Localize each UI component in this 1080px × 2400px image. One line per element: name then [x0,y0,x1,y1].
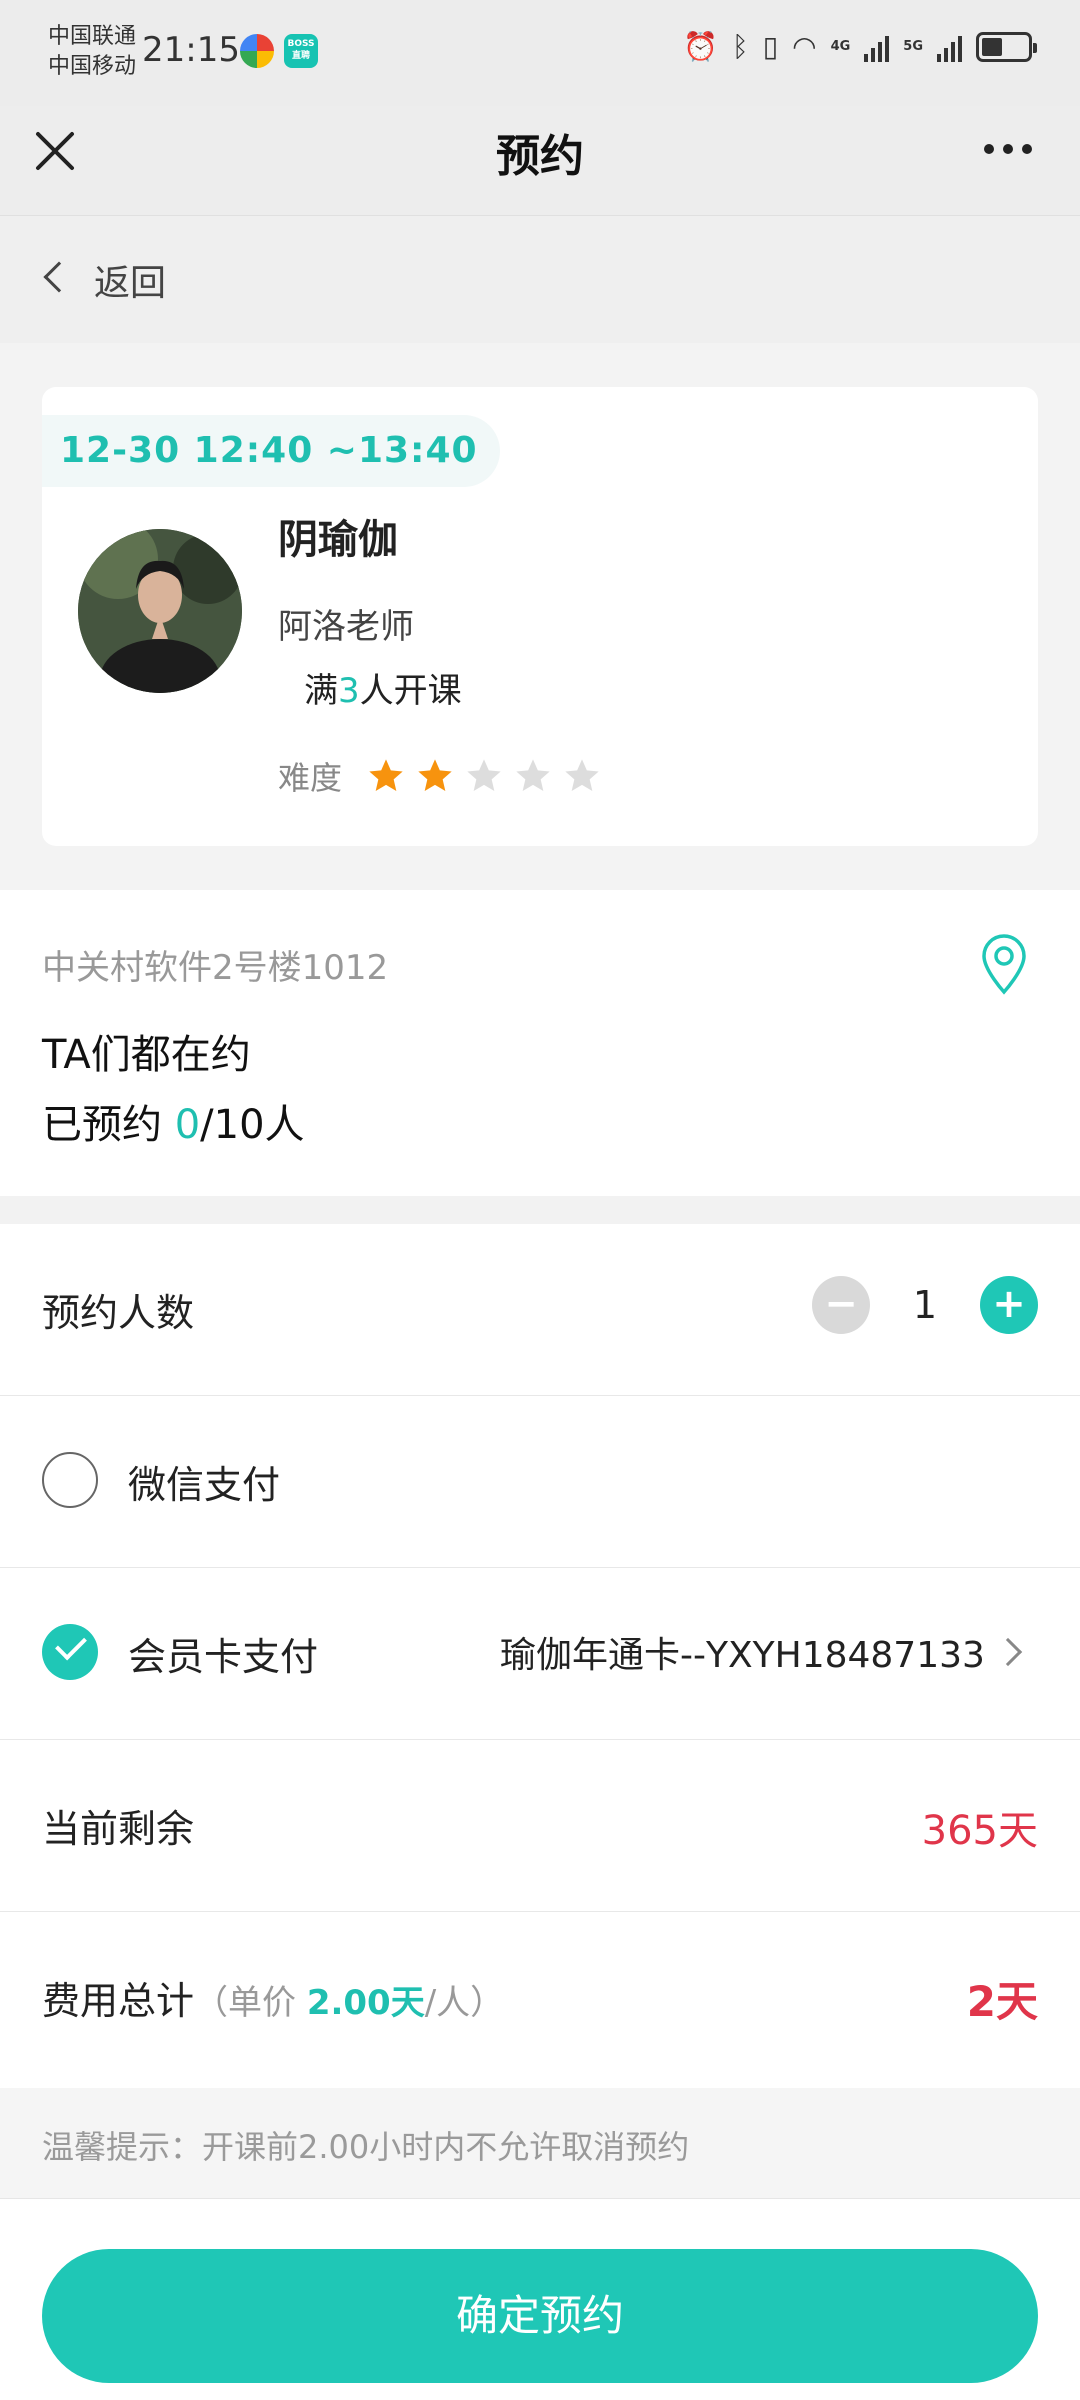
status-bar: 中国联通 中国移动 21:15 BOSS直聘 ⏰ ᛒ ▯ ◠ 4G 5G [0,0,1080,106]
booked-number: 0 [174,1102,201,1148]
back-button[interactable]: 返回 [0,216,1080,343]
back-label: 返回 [94,263,167,304]
total-value: 2天 [966,1977,1038,2026]
wechat-pay-option[interactable]: 微信支付 [0,1396,1080,1568]
total-label-group: 费用总计（单价 2.00天/人） [42,1970,504,2025]
difficulty-rating: 难度 [278,753,611,799]
decrease-button[interactable]: − [812,1276,870,1334]
section-divider [0,1196,1080,1224]
member-card-radio[interactable] [42,1624,98,1680]
booking-count-row: 预约人数 − 1 + [0,1224,1080,1396]
quantity-stepper: − 1 + [812,1276,1038,1334]
course-time-badge: 12-30 12:40 ~13:40 [42,415,500,487]
chevron-left-icon [43,261,75,293]
booking-count-label: 预约人数 [42,1291,195,1335]
star-filled-icon [369,759,403,791]
unit-price-suffix: /人） [424,1983,505,2023]
remaining-label: 当前剩余 [42,1807,195,1851]
star-empty-icon [516,759,550,791]
confirm-booking-button[interactable]: 确定预约 [42,2249,1038,2383]
network-type-1: 4G [830,39,851,54]
member-card-label: 会员卡支付 [128,1635,319,1679]
status-time: 21:15 [142,30,240,70]
carrier-1: 中国联通 [48,24,137,49]
teacher-name: 阿洛老师 [278,607,414,647]
carrier-2: 中国移动 [48,54,137,79]
remaining-value: 365天 [921,1808,1038,1854]
remaining-balance-row: 当前剩余 365天 [0,1740,1080,1912]
venue-address: 中关村软件2号楼1012 [42,948,389,988]
course-section: 12-30 12:40 ~13:40 阴瑜伽 阿洛老师 满3人开课 难度 [0,343,1080,890]
page-title: 预约 [496,131,584,182]
wifi-icon: ◠ [792,30,817,63]
booked-count: 已预约 0/10人 [42,1092,305,1150]
min-count: 3 [338,671,360,711]
difficulty-label: 难度 [278,759,343,797]
teacher-avatar [78,529,242,693]
unit-price-note: （单价 2.00天/人） [194,1983,504,2023]
boss-app-icon: BOSS直聘 [284,34,318,68]
star-filled-icon [418,759,452,791]
course-name: 阴瑜伽 [278,517,398,563]
quantity-value: 1 [912,1283,938,1327]
bottom-bar: 确定预约 [0,2198,1080,2400]
total-cost-row: 费用总计（单价 2.00天/人） 2天 [0,1912,1080,2088]
location-section: 中关村软件2号楼1012 TA们都在约 已预约 0/10人 [0,890,1080,1196]
star-empty-icon [565,759,599,791]
signal-icon-1 [864,32,890,62]
booked-prefix: 已预约 [42,1102,175,1148]
bluetooth-icon: ᛒ [731,30,749,63]
min-class-size: 满3人开课 [304,663,462,712]
star-empty-icon [467,759,501,791]
status-icons: ⏰ ᛒ ▯ ◠ 4G 5G [683,30,1037,63]
booked-suffix: /10人 [200,1102,305,1148]
wechat-pay-label: 微信支付 [128,1463,281,1507]
tip-banner: 温馨提示：开课前2.00小时内不允许取消预约 [0,2088,1080,2198]
network-type-2: 5G [903,39,923,54]
battery-icon [976,31,1037,62]
member-card-pay-option[interactable]: 会员卡支付 瑜伽年通卡--YXYH18487133 [0,1568,1080,1740]
member-card-selector[interactable]: 瑜伽年通卡--YXYH18487133 [500,1626,1000,1678]
nav-bar: 预约 [0,106,1080,216]
tip-text: 温馨提示：开课前2.00小时内不允许取消预约 [42,2128,690,2166]
min-prefix: 满 [304,671,338,711]
min-suffix: 人开课 [359,671,462,711]
app-notification-icon [240,34,274,68]
signal-icon-2 [937,32,962,62]
unit-price-prefix: （单价 [194,1983,307,2023]
participants-title: TA们都在约 [42,1032,251,1078]
star-rating [366,756,611,796]
unit-price: 2.00天 [306,1983,425,2023]
increase-button[interactable]: + [980,1276,1038,1334]
course-card: 12-30 12:40 ~13:40 阴瑜伽 阿洛老师 满3人开课 难度 [42,387,1038,846]
carrier-info: 中国联通 中国移动 [48,22,136,82]
total-label: 费用总计 [42,1979,195,2023]
vibrate-icon: ▯ [762,30,779,63]
alarm-icon: ⏰ [683,30,718,63]
wechat-pay-radio[interactable] [42,1452,98,1508]
more-icon[interactable] [984,144,1032,154]
location-pin-icon[interactable] [978,934,1030,996]
